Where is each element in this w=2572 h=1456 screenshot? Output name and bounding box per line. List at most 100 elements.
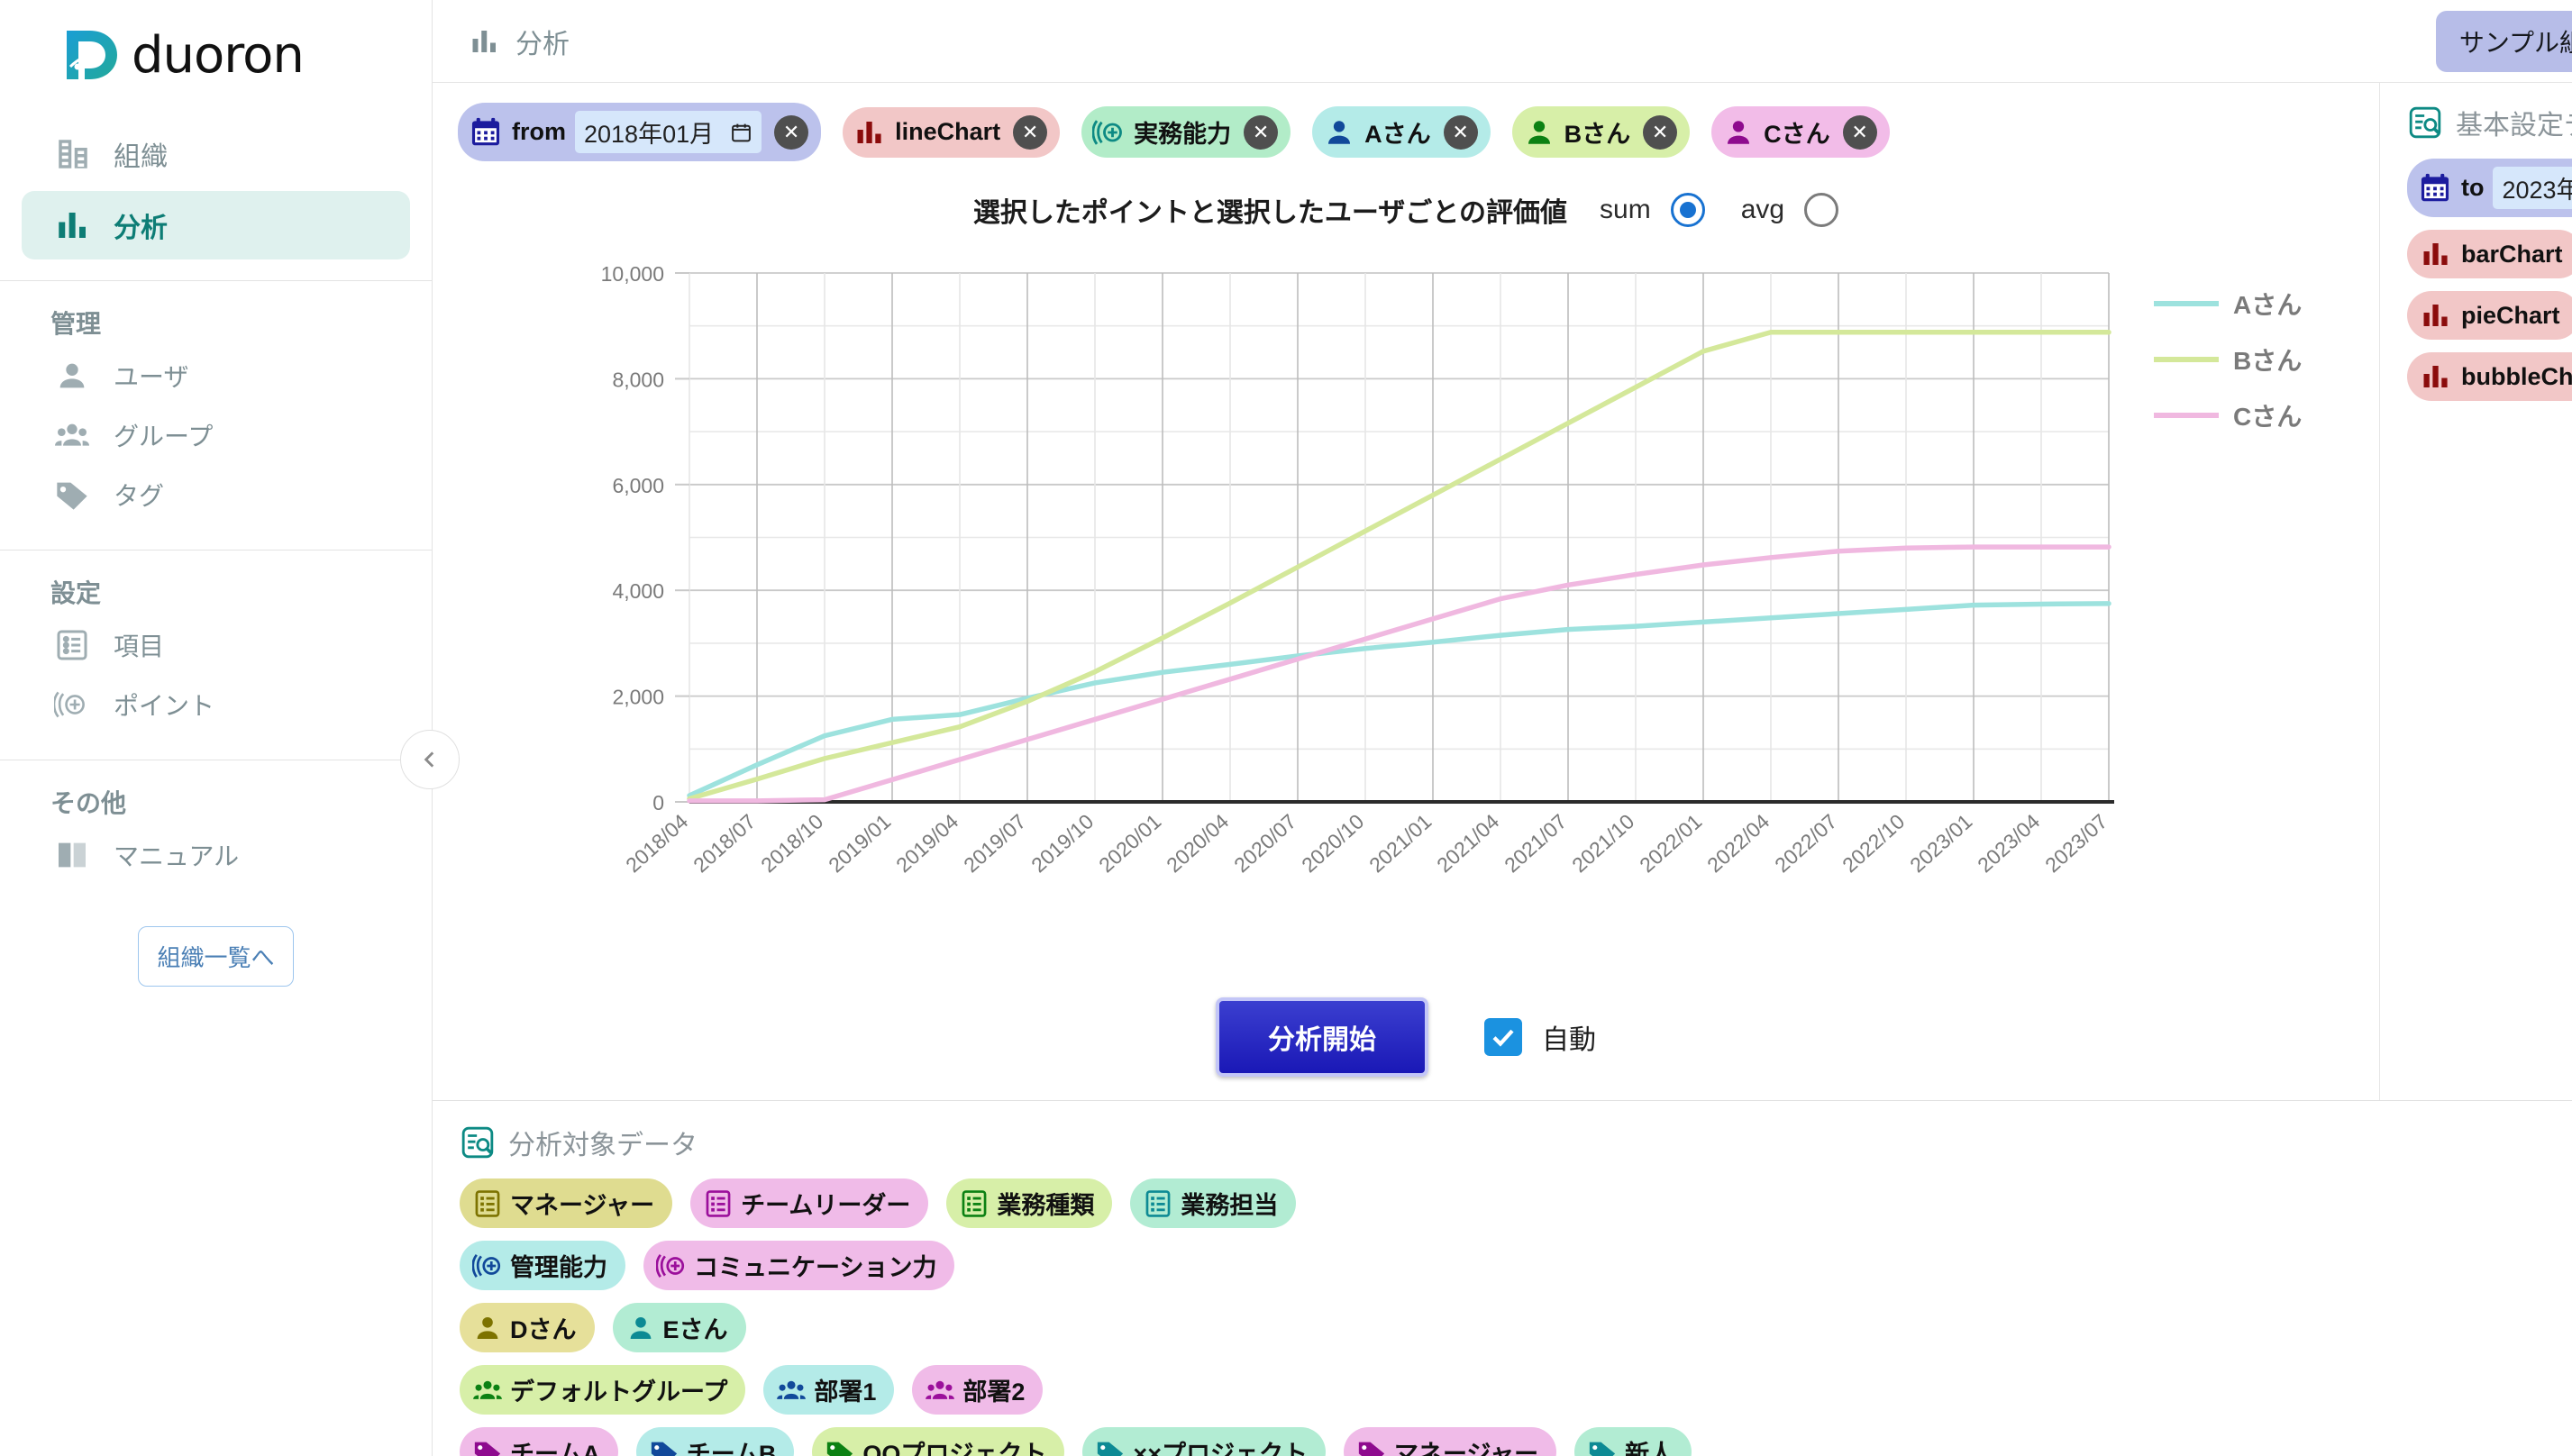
svg-text:2019/04: 2019/04 (891, 809, 962, 877)
auto-checkbox[interactable] (1484, 1018, 1522, 1056)
tag-icon (1358, 1442, 1385, 1456)
target-chip[interactable]: チームリーダー (690, 1178, 929, 1228)
org-selector[interactable]: サンプル組織 (2435, 10, 2572, 72)
remove-chip-button[interactable]: ✕ (1643, 114, 1678, 150)
target-chip-row: 管理能力 コミュニケーション力 (460, 1241, 2572, 1290)
svg-text:Cさん: Cさん (2233, 403, 2302, 431)
basic-chip-piechart[interactable]: pieChart (2407, 291, 2572, 340)
filter-chip-cさん[interactable]: Cさん ✕ (1711, 106, 1890, 158)
auto-toggle[interactable]: 自動 (1484, 1017, 1596, 1057)
point-plus-icon (54, 687, 101, 723)
basic-chip-bubblechart[interactable]: bubbleChart (2407, 352, 2572, 401)
chip-label: Bさん (1564, 121, 1631, 148)
sidebar-collapse-button[interactable] (400, 730, 460, 789)
person-icon (1528, 120, 1550, 144)
target-data-panel: 分析対象データ マネージャー チームリーダー 業務種類 業務担当 管理能力 コミュニ… (433, 1100, 2572, 1456)
target-chip[interactable]: デフォルトグループ (460, 1365, 746, 1415)
svg-text:Aさん: Aさん (2233, 291, 2302, 319)
building-icon (54, 135, 101, 173)
tag-icon (54, 477, 101, 513)
chip-label: コミュニケーション力 (694, 1254, 937, 1281)
sidebar-item-tags[interactable]: タグ (22, 465, 410, 524)
bar-chart-icon (54, 206, 101, 244)
filter-chip-bさん[interactable]: Bさん ✕ (1511, 106, 1691, 158)
bar-chart-icon (857, 121, 881, 143)
chip-label: 業務担当 (1181, 1192, 1279, 1219)
filter-chip-date-from[interactable]: from 2018年01月 ✕ (458, 103, 822, 161)
target-chip-row: チームA チームB OOプロジェクト ××プロジェクト マネージャー 新人 (460, 1427, 2572, 1456)
svg-text:2021/04: 2021/04 (1432, 809, 1503, 877)
svg-text:2018/10: 2018/10 (756, 809, 827, 877)
person-icon (1328, 120, 1351, 144)
sidebar-item-groups[interactable]: グループ (22, 405, 410, 465)
target-chip[interactable]: チームB (635, 1427, 795, 1456)
calendar-icon (2421, 173, 2449, 201)
tag-icon (827, 1442, 853, 1456)
sidebar-item-label: 項目 (114, 632, 165, 660)
target-chip[interactable]: マネージャー (460, 1178, 673, 1228)
remove-chip-button[interactable]: ✕ (1013, 114, 1048, 150)
target-chip[interactable]: Eさん (612, 1303, 746, 1352)
svg-text:2020/04: 2020/04 (1162, 809, 1233, 877)
remove-chip-button[interactable]: ✕ (1443, 114, 1478, 150)
basic-chip-date-to[interactable]: to 2023年08月 (2407, 159, 2572, 217)
sidebar-item-manual[interactable]: マニュアル (22, 825, 410, 885)
target-chip[interactable]: 業務担当 (1130, 1178, 1297, 1228)
svg-text:2019/10: 2019/10 (1026, 809, 1098, 877)
calendar-picker-icon[interactable] (730, 121, 752, 144)
person-icon (54, 358, 101, 394)
svg-text:2023/01: 2023/01 (1905, 809, 1976, 877)
filter-chip-bar: from 2018年01月 ✕ lineChart ✕ 実務能力 ✕ Aさん ✕ Bさん ✕ Cさん ✕ (433, 83, 2379, 177)
chip-label: 実務能力 (1134, 121, 1232, 148)
radio-sum[interactable] (1670, 193, 1705, 227)
remove-chip-button[interactable]: ✕ (774, 114, 809, 150)
bar-chart-icon (2423, 366, 2448, 387)
target-chip[interactable]: コミュニケーション力 (643, 1241, 955, 1290)
basic-chip-barchart[interactable]: barChart (2407, 230, 2572, 278)
svg-text:2022/04: 2022/04 (1702, 809, 1774, 877)
top-bar: 分析 サンプル組織 (433, 0, 2572, 83)
sidebar-item-points[interactable]: ポイント (22, 675, 410, 734)
target-chip[interactable]: ××プロジェクト (1082, 1427, 1326, 1456)
sidebar-item-items[interactable]: 項目 (22, 615, 410, 675)
date-from-input[interactable]: 2018年01月 (575, 111, 762, 153)
filter-chip-linechart[interactable]: lineChart ✕ (843, 106, 1061, 158)
chip-label: 業務種類 (997, 1192, 1095, 1219)
chip-label: OOプロジェクト (862, 1441, 1047, 1456)
filter-chip-実務能力[interactable]: 実務能力 ✕ (1081, 106, 1291, 158)
brand-logo[interactable]: duoron (0, 0, 432, 110)
org-list-button[interactable]: 組織一覧へ (138, 926, 294, 987)
target-chip[interactable]: マネージャー (1343, 1427, 1557, 1456)
date-to-input[interactable]: 2023年08月 (2493, 167, 2572, 209)
run-analysis-button[interactable]: 分析開始 (1216, 997, 1428, 1077)
svg-text:2022/01: 2022/01 (1635, 809, 1706, 877)
person-icon (477, 1316, 498, 1339)
date-from-value: 2018年01月 (584, 121, 715, 148)
chip-label: Dさん (510, 1316, 577, 1343)
target-chip[interactable]: 管理能力 (460, 1241, 625, 1290)
radio-avg[interactable] (1804, 193, 1839, 227)
sidebar-item-organization[interactable]: 組織 (22, 120, 410, 188)
svg-text:2021/01: 2021/01 (1364, 809, 1436, 877)
remove-chip-button[interactable]: ✕ (1842, 114, 1877, 150)
target-chip[interactable]: 業務種類 (946, 1178, 1113, 1228)
target-chip[interactable]: 新人 (1574, 1427, 1692, 1456)
sidebar-item-analysis[interactable]: 分析 (22, 191, 410, 259)
line-chart-svg[interactable]: 0 2,000 4,000 6,000 8,000 10,000 2018/042018/0… (433, 239, 2379, 951)
svg-text:2018/04: 2018/04 (621, 809, 692, 877)
target-chip[interactable]: 部署2 (912, 1365, 1044, 1415)
target-chip[interactable]: チームA (460, 1427, 618, 1456)
target-chip[interactable]: Dさん (460, 1303, 595, 1352)
svg-text:2,000: 2,000 (612, 686, 664, 709)
sidebar-item-users[interactable]: ユーザ (22, 346, 410, 405)
filter-chip-aさん[interactable]: Aさん ✕ (1312, 106, 1491, 158)
target-chip[interactable]: 部署1 (763, 1365, 895, 1415)
chip-label: Eさん (662, 1316, 728, 1343)
remove-chip-button[interactable]: ✕ (1244, 114, 1279, 150)
center-column: from 2018年01月 ✕ lineChart ✕ 実務能力 ✕ Aさん ✕ Bさん ✕ Cさん ✕… (433, 83, 2379, 1100)
svg-text:2019/01: 2019/01 (824, 809, 895, 877)
org-list-button-wrap: 組織一覧へ (0, 885, 432, 987)
chip-label: チームA (510, 1441, 600, 1456)
svg-text:2020/01: 2020/01 (1094, 809, 1165, 877)
target-chip[interactable]: OOプロジェクト (812, 1427, 1065, 1456)
